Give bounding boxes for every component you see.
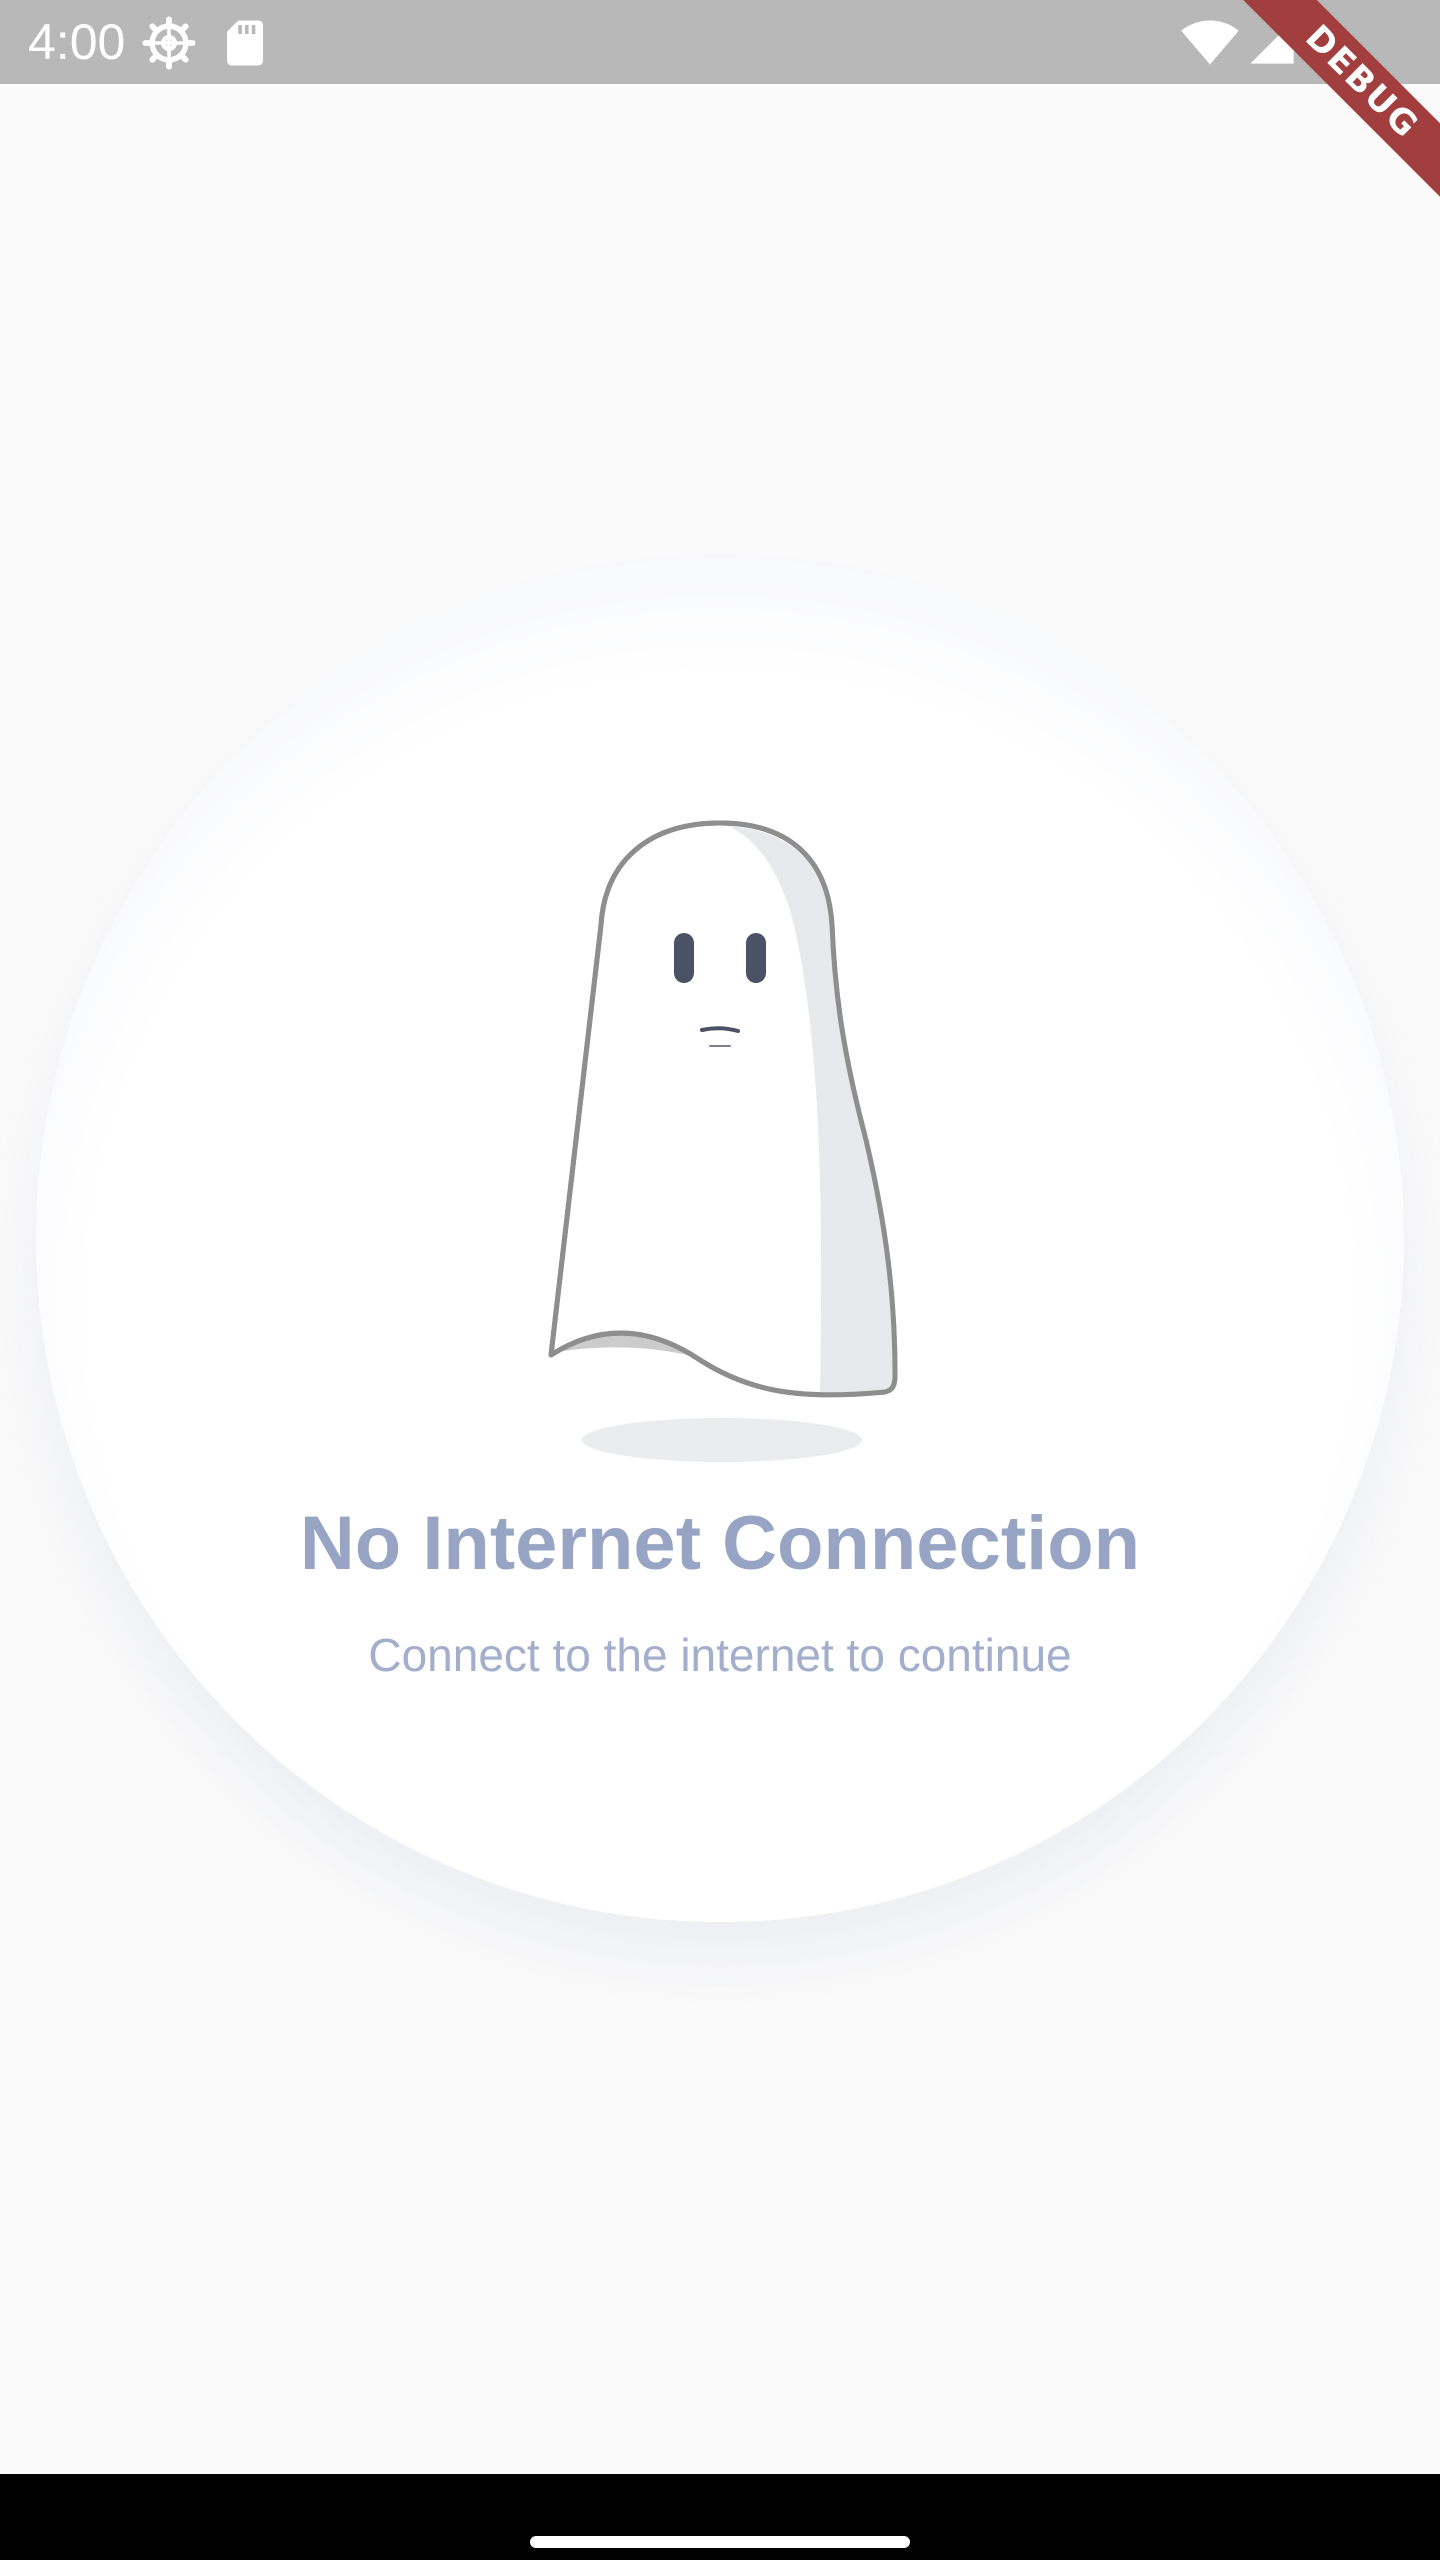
ghost-icon bbox=[548, 820, 898, 1462]
settings-gear-icon bbox=[142, 16, 196, 70]
home-indicator[interactable] bbox=[530, 2536, 910, 2548]
empty-state-title: No Internet Connection bbox=[299, 1501, 1141, 1586]
status-bar: 4:00 bbox=[0, 0, 1440, 84]
sd-card-icon bbox=[227, 20, 263, 66]
wifi-icon bbox=[1181, 20, 1239, 65]
battery-icon bbox=[1312, 17, 1340, 69]
no-connection-screen: 4:00 DEBUG No Internet Connection Connec… bbox=[0, 0, 1440, 2560]
signal-icon bbox=[1250, 20, 1294, 64]
empty-state-subtitle: Connect to the internet to continue bbox=[368, 1629, 1072, 1681]
status-time: 4:00 bbox=[28, 14, 126, 70]
